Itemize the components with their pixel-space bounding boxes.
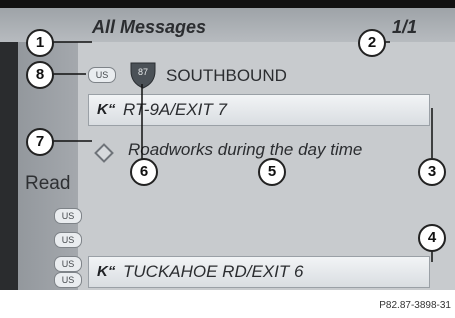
callout-1: 1 [26,29,54,57]
callout-7: 7 [26,128,54,156]
figure-code: P82.87-3898-31 [379,300,451,311]
callout-lines [52,41,433,262]
callout-4: 4 [418,224,446,252]
callout-2: 2 [358,29,386,57]
callout-3: 3 [418,158,446,186]
callout-6: 6 [130,158,158,186]
callout-5: 5 [258,158,286,186]
callout-8: 8 [26,61,54,89]
